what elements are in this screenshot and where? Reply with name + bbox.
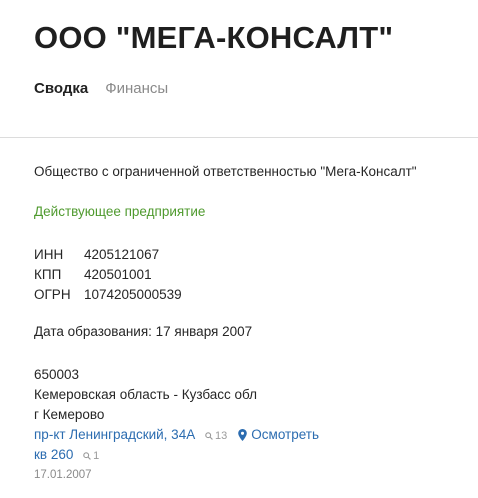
code-row-ogrn: ОГРН 1074205000539 xyxy=(34,285,182,305)
registration-date: Дата образования: 17 января 2007 xyxy=(34,324,253,339)
postal-code: 650003 xyxy=(34,367,80,382)
address-date: 17.01.2007 xyxy=(34,469,92,481)
view-on-map-link[interactable]: Осмотреть xyxy=(238,427,319,442)
apartment-count: 1 xyxy=(93,450,100,462)
address-apartment-row: кв 260 1 xyxy=(34,445,319,465)
address-block: 650003 Кемеровская область - Кузбасс обл… xyxy=(34,365,319,465)
view-link-label: Осмотреть xyxy=(251,427,319,442)
code-label: ИНН xyxy=(34,247,64,262)
code-row-kpp: КПП 420501001 xyxy=(34,265,182,285)
code-value: 420501001 xyxy=(84,267,152,282)
code-row-inn: ИНН 4205121067 xyxy=(34,245,182,265)
street-link[interactable]: пр-кт Ленинградский, 34А xyxy=(34,427,195,442)
address-city: г Кемерово xyxy=(34,407,105,422)
address-street-row: пр-кт Ленинградский, 34А 13 Осмотреть xyxy=(34,425,319,445)
search-icon xyxy=(83,452,91,460)
code-label: ОГРН xyxy=(34,287,71,302)
map-pin-icon xyxy=(238,429,248,441)
divider xyxy=(0,137,478,138)
code-value: 1074205000539 xyxy=(84,287,182,302)
registration-codes: ИНН 4205121067 КПП 420501001 ОГРН 107420… xyxy=(34,245,182,305)
address-region: Кемеровская область - Кузбасс обл xyxy=(34,387,258,402)
street-search-count[interactable]: 13 xyxy=(205,430,230,442)
street-count: 13 xyxy=(214,430,228,442)
search-icon xyxy=(205,432,213,440)
tab-bar: Сводка Финансы xyxy=(34,80,168,97)
tab-finance[interactable]: Финансы xyxy=(105,80,168,97)
code-label: КПП xyxy=(34,267,62,282)
apartment-link[interactable]: кв 260 xyxy=(34,447,73,462)
apartment-search-count[interactable]: 1 xyxy=(83,450,99,462)
page-title: ООО "МЕГА-КОНСАЛТ" xyxy=(34,20,394,55)
company-card: ООО "МЕГА-КОНСАЛТ" Сводка Финансы Общест… xyxy=(0,0,478,498)
tab-summary[interactable]: Сводка xyxy=(34,80,88,97)
code-value: 4205121067 xyxy=(84,247,160,262)
full-company-name: Общество с ограниченной ответственностью… xyxy=(34,164,417,179)
status-label: Действующее предприятие xyxy=(34,204,206,219)
